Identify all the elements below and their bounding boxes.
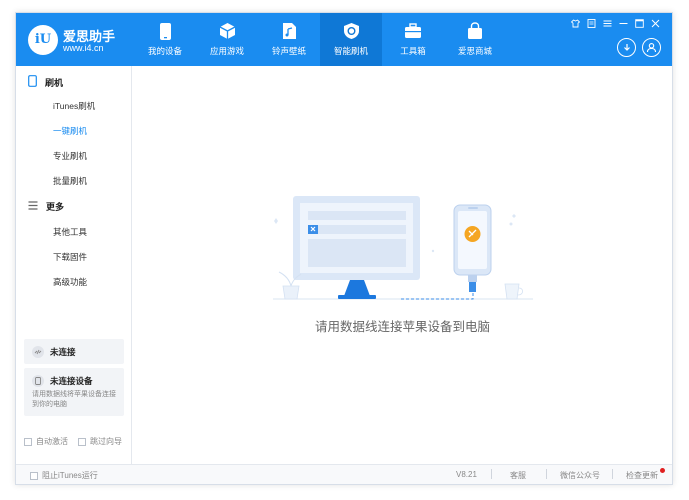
- shirt-icon[interactable]: [571, 19, 580, 28]
- device-icon: [32, 375, 44, 387]
- music-file-icon: [279, 21, 299, 41]
- note-icon[interactable]: [587, 19, 596, 28]
- nav-my-device[interactable]: 我的设备: [134, 13, 196, 66]
- empty-state-message: 请用数据线连接苹果设备到电脑: [314, 320, 490, 334]
- checkbox[interactable]: [78, 437, 86, 446]
- maximize-icon[interactable]: [635, 19, 644, 28]
- nav-label: 智能刷机: [333, 46, 368, 56]
- nav-label: 应用游戏: [209, 46, 244, 56]
- nav-toolbox[interactable]: 工具箱: [382, 13, 444, 66]
- checkbox[interactable]: [24, 437, 32, 446]
- main-nav: 我的设备 应用游戏 铃声壁纸 智能刷机 工具箱 爱思商城: [134, 13, 506, 66]
- skip-guide-label: 跳过向导: [90, 437, 122, 446]
- device-status: 未连接设备: [50, 376, 93, 386]
- nav-apps-games[interactable]: 应用游戏: [196, 13, 258, 66]
- user-account-button[interactable]: [642, 38, 661, 57]
- brand-url: www.i4.cn: [63, 43, 104, 53]
- status-bar: 阻止iTunes运行 V8.21 客服 微信公众号 检查更新: [16, 464, 672, 484]
- unlink-icon: [32, 345, 44, 358]
- main-content: 请用数据线连接苹果设备到电脑: [133, 66, 672, 464]
- app-window: iU 爱思助手 www.i4.cn 我的设备 应用游戏 铃声壁纸 智能刷机 工具…: [15, 12, 673, 485]
- nav-label: 爱思商城: [457, 46, 492, 56]
- sidebar-section-label: 更多: [46, 202, 65, 212]
- download-button[interactable]: [617, 38, 636, 57]
- toolbox-icon: [403, 21, 423, 41]
- connect-device-illustration: [273, 196, 533, 300]
- connection-status: 未连接: [50, 346, 76, 357]
- support-link[interactable]: 客服: [510, 470, 526, 481]
- sidebar-item-one-click-flash[interactable]: 一键刷机: [53, 125, 87, 137]
- nav-ringtones-wallpapers[interactable]: 铃声壁纸: [258, 13, 320, 66]
- skip-guide-checkbox[interactable]: 跳过向导: [78, 436, 122, 447]
- checkbox[interactable]: [30, 471, 38, 480]
- block-itunes-label: 阻止iTunes运行: [42, 471, 98, 480]
- auto-activate-label: 自动激活: [36, 437, 68, 446]
- cube-icon: [217, 21, 237, 41]
- check-update-link[interactable]: 检查更新: [626, 470, 658, 481]
- close-icon[interactable]: [651, 19, 660, 28]
- nav-store[interactable]: 爱思商城: [444, 13, 506, 66]
- auto-activate-checkbox[interactable]: 自动激活: [24, 436, 68, 447]
- nav-label: 我的设备: [147, 46, 182, 56]
- version-label: V8.21: [456, 470, 477, 479]
- refresh-shield-icon: [341, 21, 361, 41]
- minimize-icon[interactable]: [619, 19, 628, 28]
- nav-label: 铃声壁纸: [271, 46, 306, 56]
- top-bar: iU 爱思助手 www.i4.cn 我的设备 应用游戏 铃声壁纸 智能刷机 工具…: [16, 13, 672, 66]
- user-icon: [646, 43, 657, 53]
- download-icon: [623, 43, 630, 51]
- nav-label: 工具箱: [400, 46, 426, 56]
- divider: [491, 469, 492, 479]
- block-itunes-checkbox[interactable]: 阻止iTunes运行: [30, 470, 98, 481]
- shopping-bag-icon: [465, 21, 485, 41]
- device-hint: 请用数据线将苹果设备连接到你的电脑: [32, 391, 116, 408]
- wechat-link[interactable]: 微信公众号: [560, 470, 600, 481]
- sidebar: 刷机 iTunes刷机 一键刷机 专业刷机 批量刷机 更多 其他工具 下载固件 …: [16, 66, 132, 464]
- menu-icon[interactable]: [603, 19, 612, 28]
- window-controls: [571, 19, 660, 28]
- menu-list-icon: [28, 201, 38, 212]
- update-dot: [660, 468, 665, 473]
- nav-smart-flash[interactable]: 智能刷机: [320, 13, 382, 66]
- sidebar-section-more[interactable]: 更多: [28, 200, 64, 213]
- sidebar-item-pro-flash[interactable]: 专业刷机: [53, 150, 87, 162]
- phone-outline-icon: [28, 75, 37, 89]
- sidebar-item-download-firmware[interactable]: 下载固件: [53, 251, 87, 263]
- sidebar-item-other-tools[interactable]: 其他工具: [53, 226, 87, 238]
- phone-icon: [155, 21, 175, 41]
- connection-status-card: 未连接: [24, 339, 124, 364]
- divider: [612, 469, 613, 479]
- app-logo[interactable]: iU: [28, 25, 58, 55]
- sidebar-item-batch-flash[interactable]: 批量刷机: [53, 175, 87, 187]
- sidebar-item-itunes-flash[interactable]: iTunes刷机: [53, 100, 95, 112]
- divider: [546, 469, 547, 479]
- sidebar-section-label: 刷机: [45, 77, 64, 88]
- sidebar-item-advanced[interactable]: 高级功能: [53, 276, 87, 288]
- sidebar-section-flash[interactable]: 刷机: [28, 75, 63, 89]
- device-status-card: 未连接设备 请用数据线将苹果设备连接到你的电脑: [24, 368, 124, 416]
